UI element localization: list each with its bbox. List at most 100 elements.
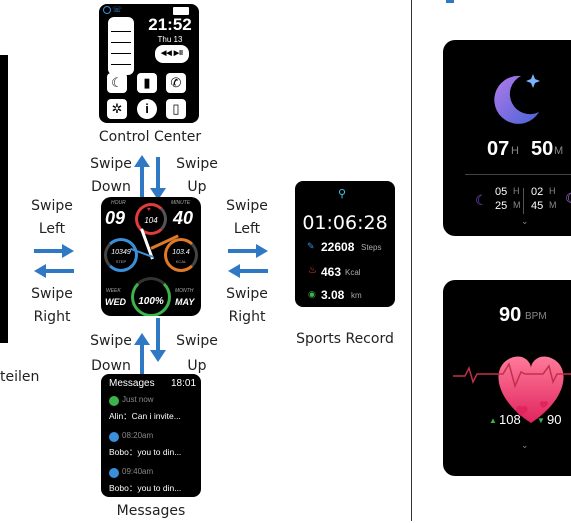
bike-icon: ⚲ <box>338 188 347 200</box>
sleep-hours: 07 <box>487 138 510 160</box>
down-arrow-top <box>156 157 160 189</box>
flame-icon: ♨ <box>308 265 317 276</box>
sports-record-screen[interactable]: ⚲ 01:06:28 ✎ 22608 Steps ♨ 463 Kcal ◉ 3.… <box>295 181 395 307</box>
min-arrow-icon: ▼ <box>537 416 545 425</box>
sport-distance-unit: km <box>351 291 362 300</box>
swipe-left-right-line1: Swipe <box>226 198 268 214</box>
messages-screen[interactable]: Messages 18:01 Just now Alin：Can i invit… <box>101 374 201 497</box>
info-icon[interactable]: i <box>137 99 157 119</box>
battery-value: 100% <box>138 296 164 307</box>
swipe-up-bottom-line1: Swipe <box>176 333 218 349</box>
deep-sleep-moon-icon: ☾ <box>475 192 488 208</box>
message-item-2[interactable]: 09:40am Bobo：you to din... <box>109 467 199 497</box>
weekday-value: WED <box>105 297 126 307</box>
cc-time: 21:52 <box>148 15 192 34</box>
bpm-value: 90 <box>499 304 522 326</box>
sleep-minutes-unit: M <box>554 145 564 157</box>
location-icon: ◉ <box>308 289 316 299</box>
swipe-right-right-line1: Swipe <box>226 286 268 302</box>
light-h-unit: H <box>549 186 556 196</box>
kcal-value: 103.4 <box>172 249 190 256</box>
message-text: Bobo：you to din... <box>109 483 182 493</box>
sleep-screen[interactable]: 07 H 50 M ☾ 05 H 25 M 02 H 45 M ☾ ⌄ <box>443 40 571 236</box>
max-value: 108 <box>499 412 521 427</box>
deep-m-unit: M <box>513 200 521 210</box>
swipe-right-left-line1: Swipe <box>31 286 73 302</box>
swipe-down-top-line1: Swipe <box>90 156 132 172</box>
phone-icon[interactable]: ✆ <box>166 73 186 93</box>
chevron-down-icon: ⌄ <box>521 216 529 226</box>
light-sleep-moon-icon: ☾ <box>565 190 571 207</box>
hour-value: 09 <box>105 208 126 228</box>
light-m: 45 <box>531 200 544 212</box>
down-arrow-bottom <box>156 318 160 352</box>
left-arrow-left <box>44 269 74 273</box>
heart-rate-value: 104 <box>144 216 158 225</box>
min-value: 90 <box>547 412 562 427</box>
heart-rate-screen[interactable]: 90 BPM ▲ 108 ▼ 90 ⌄ <box>443 280 571 476</box>
up-arrow-bottom <box>140 344 144 376</box>
watch-icon[interactable]: ▯ <box>166 99 186 119</box>
message-text: Alin：Can i invite... <box>109 411 181 421</box>
heart-icon: ♥ <box>147 207 151 213</box>
right-arrow-left-head <box>62 244 74 258</box>
divider <box>411 0 412 521</box>
swipe-right-right-line2: Right <box>228 309 266 325</box>
watch-face-screen[interactable]: HOUR MINUTE 09 40 ♥ 104 10349 STEP 103.4… <box>101 197 201 316</box>
sports-record-caption: Sports Record <box>296 331 394 347</box>
week-label: WEEK <box>106 288 121 294</box>
light-h: 02 <box>531 186 544 198</box>
left-edge-screen <box>0 55 8 343</box>
sleep-hours-unit: H <box>511 145 519 157</box>
swipe-left-right-line2: Left <box>233 221 261 237</box>
chat-icon <box>109 396 119 406</box>
swipe-up-top-line1: Swipe <box>176 156 218 172</box>
status-dot-icon <box>103 6 111 14</box>
steps-icon: ✎ <box>307 241 315 251</box>
sleep-divider <box>465 174 571 175</box>
control-center-screen[interactable]: ☏ 21:52 Thu 13 ◀◀ ▶II ▶▶ ☾ ▮ ✆ ✲ i ▯ <box>99 4 199 123</box>
sport-steps-unit: Steps <box>361 243 382 252</box>
message-time: 09:40am <box>122 467 154 476</box>
messages-caption: Messages <box>116 503 186 519</box>
flashlight-icon[interactable]: ▮ <box>137 73 157 93</box>
blue-accent <box>446 0 454 3</box>
minute-value: 40 <box>173 208 194 228</box>
battery-icon <box>173 7 189 15</box>
message-text: Bobo：you to din... <box>109 447 182 457</box>
cc-date: Thu 13 <box>157 35 183 44</box>
media-controls[interactable]: ◀◀ ▶II ▶▶ <box>155 45 189 75</box>
brightness-slider[interactable] <box>108 17 134 75</box>
deep-m: 25 <box>495 200 508 212</box>
messages-header: Messages <box>109 378 155 389</box>
moon-icon[interactable]: ☾ <box>107 73 127 93</box>
month-value: MAY <box>175 297 195 307</box>
swipe-left-left-line2: Left <box>38 221 66 237</box>
sport-kcal-value: 463 <box>321 265 342 279</box>
bpm-unit: BPM <box>525 311 547 322</box>
sport-distance-value: 3.08 <box>321 288 345 302</box>
swipe-up-top-line2: Up <box>187 179 207 195</box>
message-item-0[interactable]: Just now Alin：Can i invite... <box>109 395 199 425</box>
chevron-down-icon: ⌄ <box>521 440 529 450</box>
sport-steps-value: 22608 <box>321 240 355 254</box>
moon-icon <box>494 74 540 124</box>
messages-time: 18:01 <box>171 378 197 389</box>
sport-kcal-unit: Kcal <box>345 268 361 277</box>
hour-label: HOUR <box>111 200 126 206</box>
right-arrow-right-head <box>256 244 268 258</box>
swipe-left-left-line1: Swipe <box>31 198 73 214</box>
chat-icon <box>109 432 119 442</box>
message-item-1[interactable]: 08:20am Bobo：you to din... <box>109 431 199 461</box>
gear-icon[interactable]: ✲ <box>107 99 127 119</box>
down-arrow-bottom-head <box>150 350 166 362</box>
kcal-unit: KCAL <box>175 259 187 264</box>
max-arrow-icon: ▲ <box>489 416 497 425</box>
light-m-unit: M <box>549 200 557 210</box>
swipe-down-bottom-line1: Swipe <box>90 333 132 349</box>
message-time: 08:20am <box>122 431 154 440</box>
right-arrow-left <box>34 249 64 253</box>
sleep-separator <box>523 188 524 214</box>
swipe-right-left-line2: Right <box>33 309 71 325</box>
left-edge-text: teilen <box>0 369 40 385</box>
